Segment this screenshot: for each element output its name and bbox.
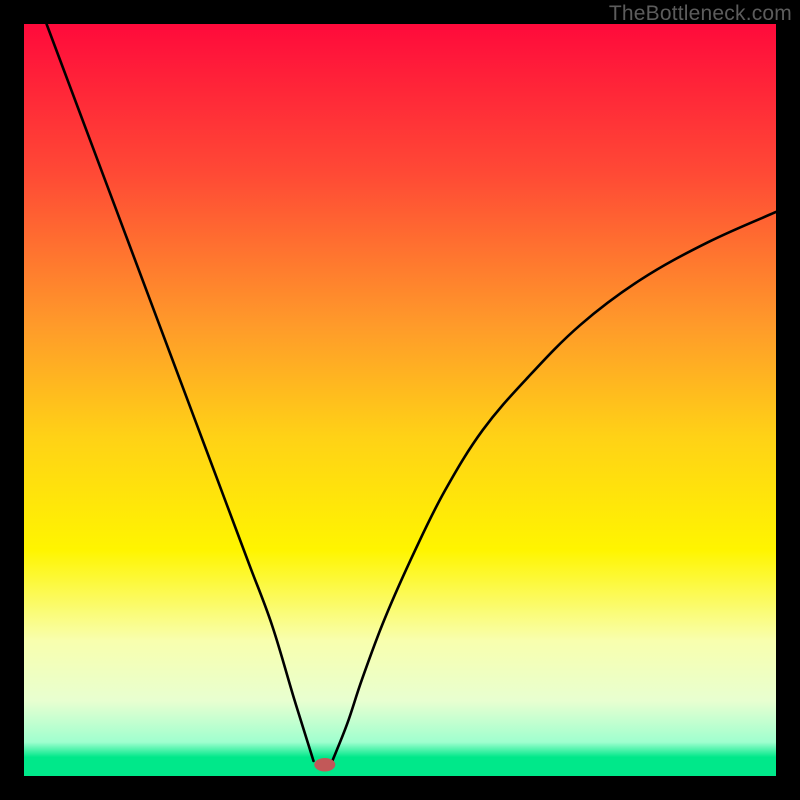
plot-svg — [24, 24, 776, 776]
minimum-marker — [314, 758, 335, 772]
plot-frame — [24, 24, 776, 776]
gradient-background — [24, 24, 776, 776]
watermark-text: TheBottleneck.com — [609, 2, 792, 26]
